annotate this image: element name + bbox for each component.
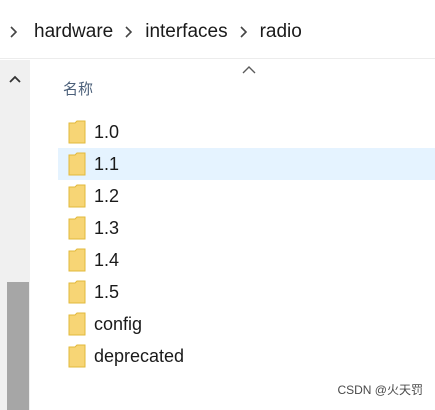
breadcrumb: hardware interfaces radio (8, 20, 302, 44)
chevron-up-icon[interactable] (0, 68, 30, 90)
chevron-right-icon[interactable] (123, 22, 135, 42)
list-item-folder-selected[interactable]: 1.1 (58, 148, 435, 180)
list-item-folder[interactable]: config (58, 308, 435, 340)
folder-icon (68, 152, 86, 176)
folder-icon (68, 248, 86, 272)
folder-name: 1.0 (94, 121, 120, 142)
address-bar: hardware interfaces radio (0, 0, 435, 59)
column-header-name[interactable]: 名称 (63, 78, 93, 99)
folder-icon (68, 184, 86, 208)
sort-ascending-icon[interactable] (242, 62, 256, 74)
list-item-folder[interactable]: 1.4 (58, 244, 435, 276)
scrollbar-thumb[interactable] (7, 282, 29, 410)
list-item-folder[interactable]: 1.2 (58, 180, 435, 212)
list-item-folder[interactable]: 1.3 (58, 212, 435, 244)
folder-name: 1.4 (94, 249, 120, 270)
list-item-folder[interactable]: deprecated (58, 340, 435, 372)
folder-icon (68, 280, 86, 304)
file-list: 名称 1.0 1.1 1.2 1.3 1.4 1.5 config deprec… (30, 60, 435, 410)
list-item-folder[interactable]: 1.5 (58, 276, 435, 308)
folder-icon (68, 120, 86, 144)
breadcrumb-item-radio[interactable]: radio (260, 21, 302, 43)
list-item-folder[interactable]: 1.0 (58, 116, 435, 148)
breadcrumb-item-hardware[interactable]: hardware (34, 21, 113, 43)
folder-name: 1.3 (94, 217, 120, 238)
folder-name: deprecated (94, 345, 185, 366)
chevron-right-icon[interactable] (8, 22, 20, 42)
folder-icon (68, 312, 86, 336)
folder-name: 1.5 (94, 281, 120, 302)
folder-name: 1.1 (94, 153, 120, 174)
folder-icon (68, 216, 86, 240)
vertical-scrollbar[interactable] (0, 60, 30, 410)
breadcrumb-item-interfaces[interactable]: interfaces (145, 21, 227, 43)
watermark: CSDN @火天罚 (337, 383, 423, 397)
folder-rows: 1.0 1.1 1.2 1.3 1.4 1.5 config deprecate… (58, 116, 435, 372)
folder-icon (68, 344, 86, 368)
folder-name: config (94, 313, 143, 334)
folder-name: 1.2 (94, 185, 120, 206)
chevron-right-icon[interactable] (238, 22, 250, 42)
